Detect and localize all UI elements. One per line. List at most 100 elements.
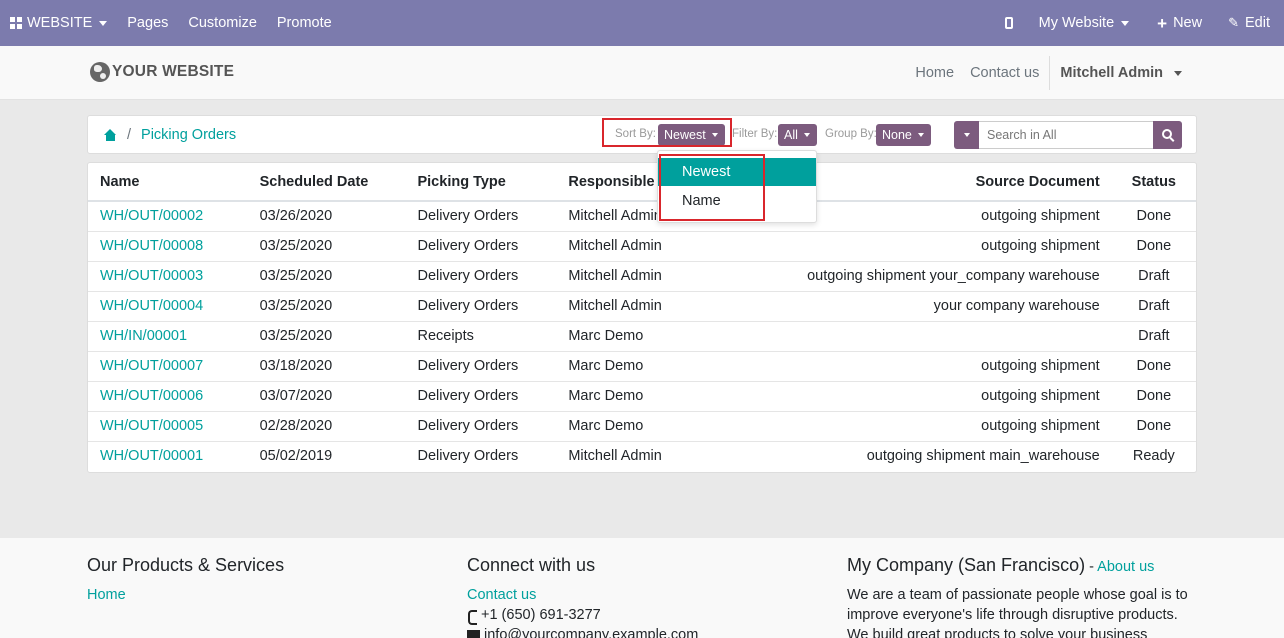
- cell-picking-type: Delivery Orders: [405, 350, 557, 381]
- cell-source-document: outgoing shipment: [795, 380, 1112, 411]
- cell-responsible: Mitchell Admin: [556, 230, 796, 261]
- search-button[interactable]: [1153, 121, 1182, 149]
- chevron-down-icon: [1121, 20, 1130, 26]
- footer-col-products: Our Products & Services Home: [87, 538, 284, 603]
- search-icon: [1161, 129, 1172, 139]
- footer-contact-link[interactable]: Contact us: [467, 587, 698, 603]
- promote-menu[interactable]: Promote: [267, 0, 342, 46]
- sort-by-label: Sort By:: [615, 128, 656, 140]
- cell-responsible: Marc Demo: [556, 410, 796, 441]
- sort-option-name[interactable]: Name: [658, 187, 816, 215]
- cell-picking-type: Delivery Orders: [405, 440, 557, 471]
- footer-about-link[interactable]: About us: [1097, 559, 1154, 575]
- cell-name[interactable]: WH/OUT/00003: [88, 260, 248, 291]
- cell-scheduled-date: 03/25/2020: [247, 260, 406, 291]
- user-menu[interactable]: Mitchell Admin: [1052, 65, 1190, 81]
- chevron-down-icon: [803, 133, 810, 137]
- col-header-scheduled-date[interactable]: Scheduled Date: [247, 163, 406, 202]
- footer-email-text[interactable]: info@yourcompany.example.com: [484, 627, 698, 638]
- cell-source-document: outgoing shipment: [981, 208, 1100, 225]
- table-row[interactable]: WH/OUT/00008 03/25/2020 Delivery Orders Mit…: [88, 230, 1196, 261]
- table-row[interactable]: WH/OUT/00003 03/25/2020 Delivery Orders Mit…: [88, 260, 1196, 291]
- home-icon[interactable]: [104, 128, 117, 141]
- mobile-preview-button[interactable]: [991, 0, 1027, 46]
- group-by-value: None: [882, 128, 912, 142]
- site-logo[interactable]: YOUR WEBSITE: [90, 62, 234, 82]
- cell-scheduled-date: 03/18/2020: [247, 350, 406, 381]
- edit-button[interactable]: ✎ Edit: [1216, 0, 1280, 46]
- cell-name[interactable]: WH/OUT/00005: [88, 410, 248, 441]
- breadcrumb: / Picking Orders: [104, 116, 236, 153]
- table-row[interactable]: WH/OUT/00004 03/25/2020 Delivery Orders Mit…: [88, 290, 1196, 321]
- cell-name[interactable]: WH/OUT/00007: [88, 350, 248, 381]
- site-footer: Our Products & Services Home Connect wit…: [0, 538, 1284, 638]
- cell-name[interactable]: WH/OUT/00008: [88, 230, 248, 261]
- phone-icon: [467, 609, 477, 625]
- search-group: [954, 121, 1197, 149]
- cell-status: Draft: [1111, 260, 1196, 291]
- my-website-dropdown[interactable]: My Website: [1027, 0, 1143, 46]
- cell-source-document: [795, 320, 1112, 351]
- sort-option-newest[interactable]: Newest: [658, 158, 816, 186]
- footer-products-title: Our Products & Services: [87, 555, 285, 575]
- col-header-picking-type[interactable]: Picking Type: [405, 163, 557, 202]
- filter-by-label: Filter By:: [732, 128, 778, 140]
- footer-email: info@yourcompany.example.com: [467, 627, 698, 638]
- table-row[interactable]: WH/IN/00001 03/25/2020 Receipts Marc Demo Dr…: [88, 320, 1196, 351]
- globe-icon: [90, 62, 110, 82]
- cell-source-document: outgoing shipment: [795, 350, 1112, 381]
- search-scope-dropdown[interactable]: [954, 121, 979, 149]
- pages-menu[interactable]: Pages: [117, 0, 178, 46]
- cell-name[interactable]: WH/OUT/00001: [88, 440, 248, 471]
- chevron-down-icon: [99, 20, 108, 26]
- cell-status: Ready: [1111, 440, 1196, 471]
- table-row[interactable]: WH/OUT/00002 03/26/2020 Delivery Orders Mit…: [88, 201, 1196, 231]
- group-by-label: Group By:: [825, 128, 877, 140]
- table-row[interactable]: WH/OUT/00005 02/28/2020 Delivery Orders Mar…: [88, 410, 1196, 441]
- col-header-status[interactable]: Status: [1111, 163, 1196, 202]
- table-row[interactable]: WH/OUT/00007 03/18/2020 Delivery Orders Mar…: [88, 350, 1196, 381]
- table-row[interactable]: WH/OUT/00001 05/02/2019 Delivery Orders Mit…: [88, 440, 1196, 471]
- cell-status: Done: [1111, 380, 1196, 411]
- table-header-row: Name Scheduled Date Picking Type Respons…: [88, 163, 1196, 202]
- edit-label: Edit: [1245, 15, 1270, 31]
- website-menu-label: WEBSITE: [27, 15, 93, 31]
- filter-by-value: All: [784, 128, 798, 142]
- customize-menu[interactable]: Customize: [178, 0, 267, 46]
- breadcrumb-current[interactable]: Picking Orders: [141, 127, 236, 143]
- cell-scheduled-date: 03/25/2020: [247, 320, 406, 351]
- new-button[interactable]: + New: [1143, 0, 1216, 46]
- admin-bar: WEBSITE Pages Customize Promote My Websi…: [0, 0, 1284, 46]
- nav-home[interactable]: Home: [907, 65, 962, 81]
- cell-name[interactable]: WH/OUT/00006: [88, 380, 248, 411]
- table-row[interactable]: WH/OUT/00006 03/07/2020 Delivery Orders Mar…: [88, 380, 1196, 411]
- footer-phone-text: +1 (650) 691-3277: [481, 607, 601, 623]
- chevron-down-icon: [711, 133, 718, 137]
- cell-scheduled-date: 05/02/2019: [247, 440, 406, 471]
- cell-name[interactable]: WH/OUT/00004: [88, 290, 248, 321]
- group-by-dropdown[interactable]: None: [876, 124, 931, 146]
- cell-picking-type: Delivery Orders: [405, 230, 557, 261]
- footer-company-name: My Company (San Francisco): [847, 555, 1086, 575]
- cell-status: Done: [1111, 410, 1196, 441]
- cell-name[interactable]: WH/IN/00001: [88, 320, 248, 351]
- apps-grid-icon: [10, 17, 22, 29]
- col-header-source-document[interactable]: Source Document: [795, 163, 1112, 202]
- logo-text: YOUR WEBSITE: [112, 63, 235, 80]
- envelope-icon: [467, 630, 480, 638]
- cell-responsible: Mitchell Admin: [556, 260, 796, 291]
- cell-responsible: Marc Demo: [556, 320, 796, 351]
- cell-picking-type: Receipts: [405, 320, 557, 351]
- cell-source-document: outgoing shipment: [795, 230, 1112, 261]
- col-header-name[interactable]: Name: [88, 163, 248, 202]
- sort-by-dropdown[interactable]: Newest: [658, 124, 725, 146]
- filter-by-dropdown[interactable]: All: [778, 124, 817, 146]
- footer-home-link[interactable]: Home: [87, 587, 284, 603]
- footer-col-company: My Company (San Francisco) - About us We…: [847, 538, 1197, 638]
- cell-picking-type: Delivery Orders: [405, 290, 557, 321]
- search-input[interactable]: [979, 121, 1153, 149]
- cell-name[interactable]: WH/OUT/00002: [88, 201, 248, 231]
- footer-col-connect: Connect with us Contact us +1 (650) 691-…: [467, 538, 698, 638]
- nav-contact-us[interactable]: Contact us: [962, 65, 1047, 81]
- website-menu-button[interactable]: WEBSITE: [0, 0, 117, 46]
